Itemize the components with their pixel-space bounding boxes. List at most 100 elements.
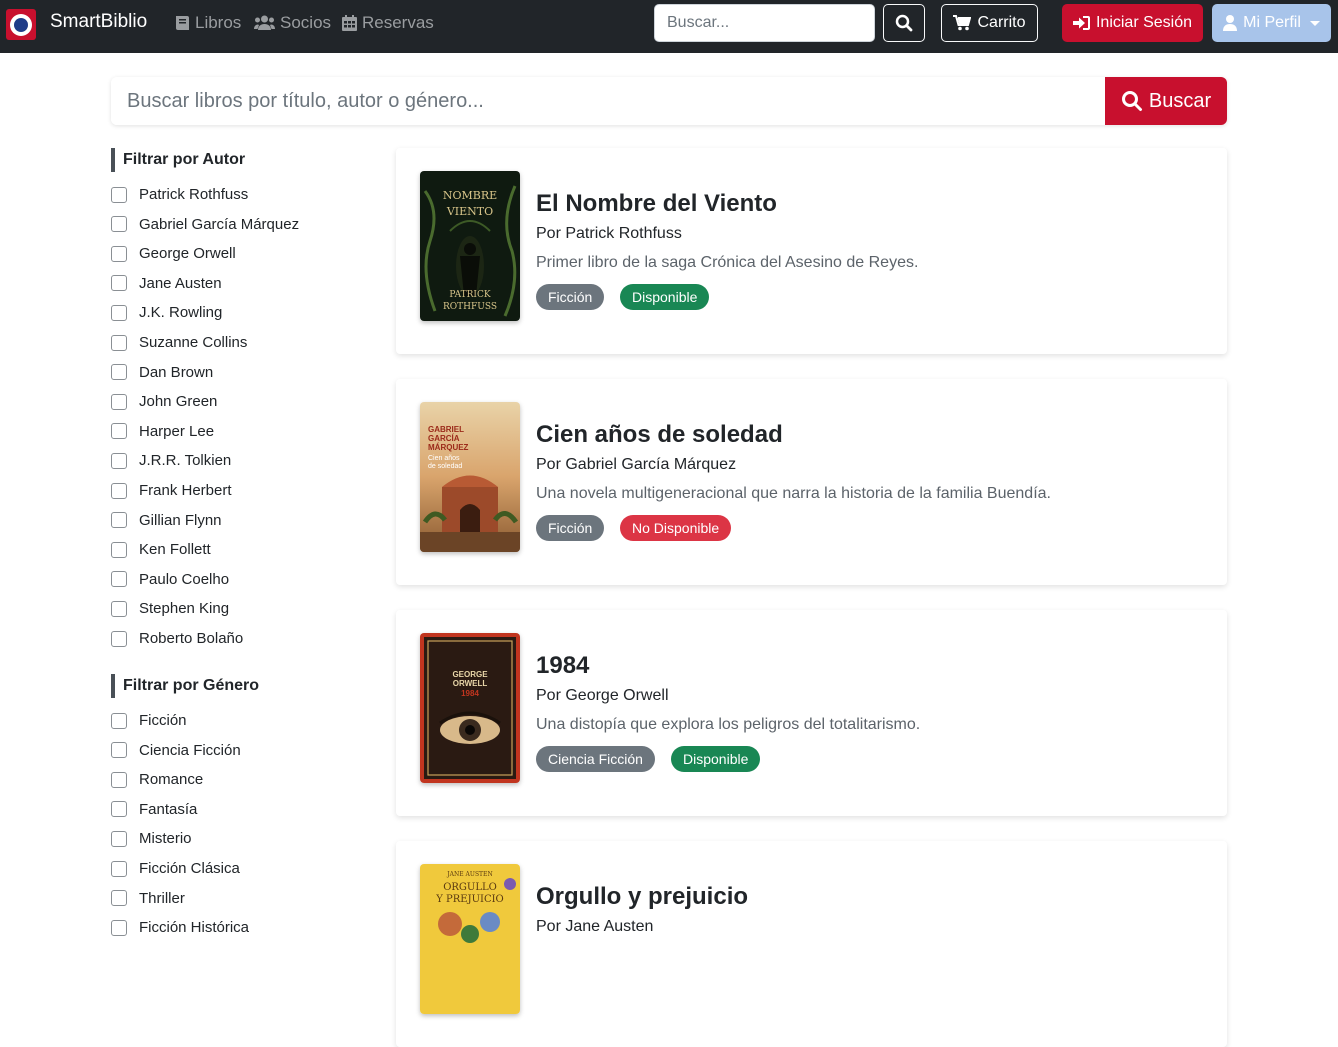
- svg-text:Y PREJUICIO: Y PREJUICIO: [435, 894, 504, 905]
- author-checkbox[interactable]: [111, 452, 127, 469]
- author-filter-item[interactable]: Roberto Bolaño: [111, 630, 243, 647]
- genre-filter-item[interactable]: Ficción Histórica: [111, 919, 249, 936]
- genre-filter-label: Misterio: [139, 830, 192, 848]
- cart-button[interactable]: Carrito: [941, 4, 1038, 42]
- navbar-search-input[interactable]: [654, 4, 875, 42]
- author-filter-item[interactable]: Harper Lee: [111, 423, 214, 440]
- author-filter-label: Frank Herbert: [139, 482, 232, 499]
- author-checkbox[interactable]: [111, 600, 127, 617]
- svg-text:ROTHFUSS: ROTHFUSS: [443, 302, 497, 312]
- genre-checkbox[interactable]: [111, 890, 127, 907]
- chevron-down-icon: [1309, 20, 1320, 26]
- genre-checkbox[interactable]: [111, 830, 127, 847]
- author-filter-item[interactable]: Stephen King: [111, 600, 229, 617]
- svg-text:de soledad: de soledad: [428, 463, 462, 470]
- genre-filter-item[interactable]: Fantasía: [111, 801, 197, 818]
- genre-checkbox[interactable]: [111, 771, 127, 788]
- book-cover-image[interactable]: GABRIEL GARCÍA MÁRQUEZ Cien años de soledad: [420, 402, 520, 552]
- navbar-search-button[interactable]: [883, 4, 925, 42]
- login-button[interactable]: Iniciar Sesión: [1062, 4, 1203, 42]
- genre-filter-label: Ciencia Ficción: [139, 741, 241, 759]
- author-checkbox[interactable]: [111, 393, 127, 410]
- genre-filter-item[interactable]: Romance: [111, 771, 203, 788]
- main-search-button[interactable]: Buscar: [1105, 77, 1227, 125]
- genre-checkbox[interactable]: [111, 919, 127, 936]
- book-description: Una novela multigeneracional que narra l…: [536, 485, 1051, 502]
- book-card[interactable]: GABRIEL GARCÍA MÁRQUEZ Cien años de soledad C…: [396, 379, 1227, 585]
- author-filter-item[interactable]: Frank Herbert: [111, 482, 232, 499]
- genre-filter-item[interactable]: Ciencia Ficción: [111, 742, 241, 759]
- nav-link-label: Reservas: [362, 13, 434, 32]
- genre-checkbox[interactable]: [111, 712, 127, 729]
- genre-checkbox[interactable]: [111, 801, 127, 818]
- svg-text:GARCÍA: GARCÍA: [428, 434, 460, 443]
- author-checkbox[interactable]: [111, 216, 127, 233]
- author-filter-item[interactable]: Gabriel García Márquez: [111, 216, 299, 233]
- author-filter-label: Stephen King: [139, 600, 230, 618]
- book-card[interactable]: JANE AUSTEN ORGULLO Y PREJUICIO Orgullo y p…: [396, 841, 1227, 1047]
- nav-link-socios[interactable]: Socios: [254, 13, 331, 33]
- brand-logo[interactable]: [6, 9, 36, 40]
- main-search-input[interactable]: [111, 77, 1105, 125]
- author-filter-item[interactable]: Paulo Coelho: [111, 571, 229, 588]
- book-title[interactable]: El Nombre del Viento: [536, 190, 777, 218]
- author-filter-item[interactable]: J.R.R. Tolkien: [111, 452, 231, 469]
- genre-checkbox[interactable]: [111, 742, 127, 759]
- nav-link-label: Socios: [280, 13, 332, 32]
- profile-dropdown-button[interactable]: Mi Perfil: [1212, 4, 1331, 42]
- main-search-bar: Buscar: [111, 77, 1227, 125]
- genre-checkbox[interactable]: [111, 860, 127, 877]
- book-card[interactable]: NOMBRE VIENTO PATRICK ROTHFUSS El Nombre del…: [396, 148, 1227, 354]
- genre-filter-item[interactable]: Thriller: [111, 890, 185, 907]
- author-checkbox[interactable]: [111, 423, 127, 440]
- book-author: Por Gabriel García Márquez: [536, 456, 737, 473]
- author-filter-item[interactable]: Dan Brown: [111, 364, 213, 381]
- author-filter-item[interactable]: Jane Austen: [111, 275, 222, 292]
- nav-link-libros[interactable]: Libros: [175, 13, 241, 33]
- book-cover-image[interactable]: GEORGE ORWELL 1984: [420, 633, 520, 783]
- svg-text:NOMBRE: NOMBRE: [443, 189, 497, 202]
- author-checkbox[interactable]: [111, 512, 127, 529]
- brand-name[interactable]: SmartBiblio: [50, 11, 147, 33]
- author-filter-item[interactable]: Ken Follett: [111, 541, 211, 558]
- author-filter-label: Gillian Flynn: [139, 511, 222, 529]
- book-cover-image[interactable]: JANE AUSTEN ORGULLO Y PREJUICIO: [420, 864, 520, 1014]
- author-filter-label: J.K. Rowling: [139, 304, 223, 322]
- author-filter-item[interactable]: Suzanne Collins: [111, 334, 247, 351]
- book-cover-image[interactable]: NOMBRE VIENTO PATRICK ROTHFUSS: [420, 171, 520, 321]
- svg-text:GEORGE: GEORGE: [452, 670, 488, 679]
- genre-filter-label: Romance: [139, 771, 204, 789]
- author-checkbox[interactable]: [111, 245, 127, 262]
- author-checkbox[interactable]: [111, 364, 127, 381]
- author-filter-label: John Green: [139, 393, 218, 411]
- author-checkbox[interactable]: [111, 275, 127, 292]
- book-card[interactable]: GEORGE ORWELL 1984 1984 Por George Orwell Una…: [396, 610, 1227, 816]
- author-checkbox[interactable]: [111, 571, 127, 588]
- author-filter-item[interactable]: Gillian Flynn: [111, 512, 222, 529]
- cart-label: Carrito: [977, 14, 1026, 31]
- author-filter-item[interactable]: J.K. Rowling: [111, 304, 222, 321]
- author-checkbox[interactable]: [111, 334, 127, 351]
- genre-filter-item[interactable]: Ficción: [111, 712, 187, 729]
- book-title[interactable]: Cien años de soledad: [536, 421, 783, 449]
- availability-badge: Disponible: [671, 746, 761, 772]
- book-title[interactable]: 1984: [536, 652, 589, 680]
- author-checkbox[interactable]: [111, 541, 127, 558]
- author-filter-item[interactable]: Patrick Rothfuss: [111, 186, 248, 203]
- author-checkbox[interactable]: [111, 186, 127, 203]
- book-description: Una distopía que explora los peligros de…: [536, 716, 921, 733]
- genre-filter-item[interactable]: Misterio: [111, 830, 192, 847]
- genre-filter-item[interactable]: Ficción Clásica: [111, 860, 240, 877]
- nav-link-reservas[interactable]: Reservas: [342, 13, 434, 33]
- nav-link-label: Libros: [195, 13, 242, 32]
- author-filter-label: Dan Brown: [139, 363, 214, 381]
- book-title[interactable]: Orgullo y prejuicio: [536, 883, 748, 911]
- author-checkbox[interactable]: [111, 482, 127, 499]
- author-checkbox[interactable]: [111, 304, 127, 321]
- genre-filter-label: Ficción Histórica: [139, 919, 250, 937]
- author-filter-item[interactable]: John Green: [111, 393, 217, 410]
- cart-icon: [953, 15, 972, 31]
- author-filter-item[interactable]: George Orwell: [111, 245, 236, 262]
- author-checkbox[interactable]: [111, 630, 127, 647]
- main-search-label: Buscar: [1148, 89, 1212, 112]
